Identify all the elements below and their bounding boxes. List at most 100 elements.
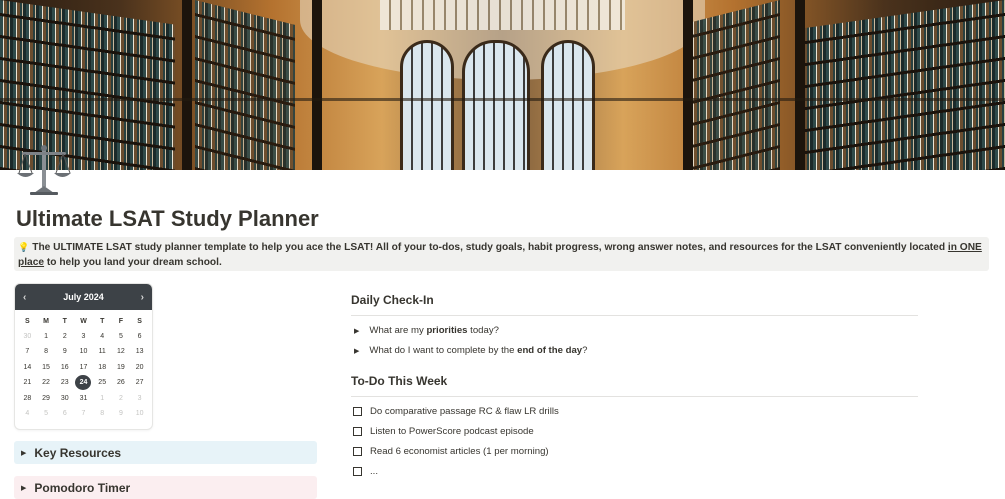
calendar-weekday: M (43, 318, 49, 325)
calendar-month-label: July 2024 (63, 292, 104, 302)
todo-text[interactable]: Listen to PowerScore podcast episode (370, 426, 534, 437)
cover-rail (0, 98, 1005, 101)
calendar-day[interactable]: 4 (93, 329, 112, 344)
toggle-arrow-icon[interactable]: ▶ (354, 347, 359, 355)
cover-image (0, 0, 1005, 170)
calendar-day[interactable]: 1 (37, 329, 56, 344)
calendar-grid: S M T W T F S 30 1 2 3 4 5 6 7 8 9 10 11 12 13 14 15 16 17 18 19 20… (15, 310, 152, 421)
calendar-prev-button[interactable]: ‹ (23, 292, 26, 303)
calendar-day[interactable]: 6 (55, 406, 74, 421)
calendar-day[interactable]: 6 (130, 329, 149, 344)
key-resources-label: Key Resources (34, 445, 122, 460)
todo-text[interactable]: ... (370, 466, 378, 477)
calendar-day[interactable]: 18 (93, 360, 112, 375)
cover-window (400, 40, 454, 170)
checkbox[interactable] (353, 447, 362, 456)
cover-bookshelf-right-inner (690, 0, 780, 170)
toggle-arrow-icon[interactable]: ▶ (21, 449, 26, 457)
calendar-day[interactable]: 17 (74, 360, 93, 375)
calendar-day-today[interactable]: 24 (74, 375, 93, 391)
cover-pillar (312, 0, 322, 170)
calendar-day[interactable]: 16 (55, 360, 74, 375)
cover-pillar (683, 0, 693, 170)
calendar-day[interactable]: 20 (130, 360, 149, 375)
calendar-day[interactable]: 9 (55, 344, 74, 359)
calendar-day[interactable]: 26 (112, 375, 131, 390)
calendar-day[interactable]: 30 (55, 391, 74, 406)
todo-week-heading[interactable]: To-Do This Week (351, 374, 447, 388)
checkin-toggle-end-of-day[interactable]: ▶ What do I want to complete by the end … (354, 345, 587, 356)
calendar-header: ‹ July 2024 › (15, 284, 152, 310)
page-title[interactable]: Ultimate LSAT Study Planner (16, 206, 319, 232)
todo-text[interactable]: Do comparative passage RC & flaw LR dril… (370, 406, 559, 417)
calendar-weekday: F (118, 318, 124, 325)
calendar-day[interactable]: 8 (93, 406, 112, 421)
pomodoro-timer-toggle[interactable]: ▶ Pomodoro Timer (14, 476, 317, 499)
cover-window (462, 40, 530, 170)
calendar-day[interactable]: 11 (93, 344, 112, 359)
checkin-toggle-priorities[interactable]: ▶ What are my priorities today? (354, 325, 499, 336)
calendar-day[interactable]: 8 (37, 344, 56, 359)
calendar-day[interactable]: 22 (37, 375, 56, 390)
divider (351, 396, 918, 397)
calendar-day[interactable]: 2 (55, 329, 74, 344)
calendar-day[interactable]: 5 (112, 329, 131, 344)
calendar-day[interactable]: 21 (18, 375, 37, 390)
callout-text-end: to help you land your dream school. (44, 257, 222, 268)
lightbulb-icon: 💡 (18, 242, 30, 252)
checkbox[interactable] (353, 467, 362, 476)
calendar-day[interactable]: 19 (112, 360, 131, 375)
cover-skylight (380, 0, 625, 30)
toggle-arrow-icon[interactable]: ▶ (21, 484, 26, 492)
calendar-day[interactable]: 5 (37, 406, 56, 421)
callout-text: The ULTIMATE LSAT study planner template… (32, 242, 948, 253)
toggle-arrow-icon[interactable]: ▶ (354, 327, 359, 335)
calendar-day[interactable]: 4 (18, 406, 37, 421)
checkbox[interactable] (353, 407, 362, 416)
calendar-day[interactable]: 12 (112, 344, 131, 359)
checkin-text: What are my priorities today? (369, 325, 499, 336)
calendar-day[interactable]: 29 (37, 391, 56, 406)
todo-item[interactable]: Read 6 economist articles (1 per morning… (353, 446, 549, 457)
calendar-day[interactable]: 2 (112, 391, 131, 406)
calendar-weekday: W (80, 318, 87, 325)
calendar-day[interactable]: 25 (93, 375, 112, 390)
calendar-day[interactable]: 30 (18, 329, 37, 344)
daily-checkin-heading[interactable]: Daily Check-In (351, 293, 434, 307)
calendar-day[interactable]: 28 (18, 391, 37, 406)
todo-text[interactable]: Read 6 economist articles (1 per morning… (370, 446, 549, 457)
calendar-next-button[interactable]: › (141, 292, 144, 303)
calendar-weekday: S (137, 318, 142, 325)
calendar-day[interactable]: 23 (55, 375, 74, 390)
calendar-day[interactable]: 7 (18, 344, 37, 359)
checkin-text: What do I want to complete by the end of… (369, 345, 588, 356)
cover-pillar (182, 0, 192, 170)
calendar-day[interactable]: 15 (37, 360, 56, 375)
calendar-weekday: T (100, 318, 105, 325)
calendar-day[interactable]: 3 (74, 329, 93, 344)
calendar-day[interactable]: 10 (74, 344, 93, 359)
calendar-day[interactable]: 13 (130, 344, 149, 359)
scales-icon[interactable] (16, 143, 72, 195)
calendar-day[interactable]: 9 (112, 406, 131, 421)
calendar-day[interactable]: 3 (130, 391, 149, 406)
cover-window (541, 40, 595, 170)
cover-pillar (795, 0, 805, 170)
cover-bookshelf-left-inner (195, 0, 295, 170)
key-resources-toggle[interactable]: ▶ Key Resources (14, 441, 317, 464)
calendar-day[interactable]: 10 (130, 406, 149, 421)
calendar-widget[interactable]: ‹ July 2024 › S M T W T F S 30 1 2 3 4 5 6 7 8 9 10 11 12 13… (14, 283, 153, 430)
calendar-weekday: S (25, 318, 30, 325)
todo-item[interactable]: ... (353, 466, 378, 477)
calendar-day[interactable]: 31 (74, 391, 93, 406)
checkbox[interactable] (353, 427, 362, 436)
todo-item[interactable]: Do comparative passage RC & flaw LR dril… (353, 406, 559, 417)
calendar-day[interactable]: 14 (18, 360, 37, 375)
calendar-day[interactable]: 27 (130, 375, 149, 390)
calendar-day[interactable]: 7 (74, 406, 93, 421)
callout[interactable]: 💡 The ULTIMATE LSAT study planner templat… (14, 237, 989, 271)
divider (351, 315, 918, 316)
calendar-day[interactable]: 1 (93, 391, 112, 406)
calendar-weekday: T (62, 318, 67, 325)
todo-item[interactable]: Listen to PowerScore podcast episode (353, 426, 534, 437)
